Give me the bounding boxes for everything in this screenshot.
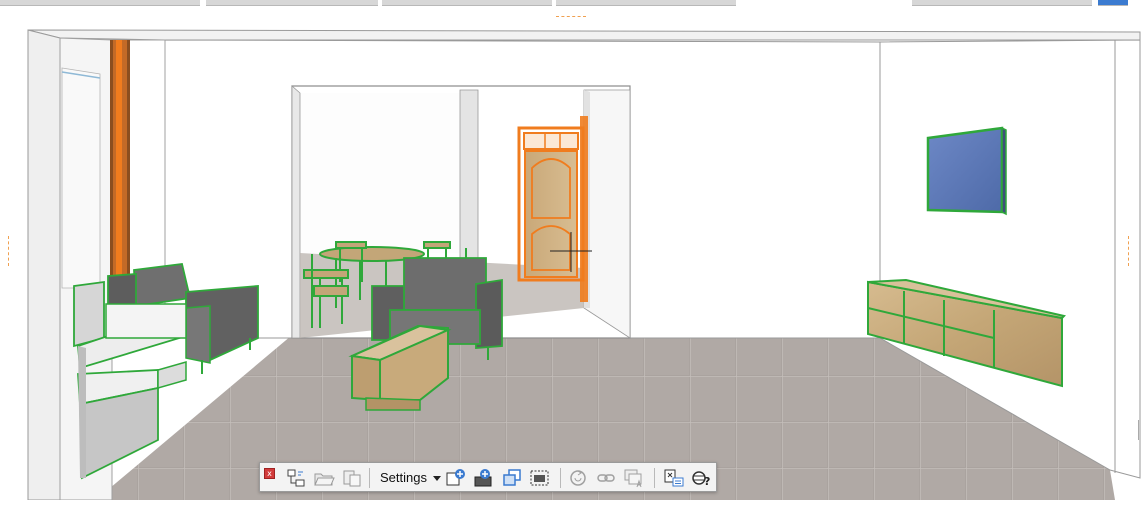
drag-marker-left[interactable] [8, 236, 14, 266]
tab-2[interactable] [206, 0, 378, 6]
layers-icon[interactable] [500, 467, 524, 489]
scroll-handle[interactable] [1138, 420, 1145, 440]
tab-active-indicator[interactable] [1098, 0, 1128, 6]
help-icon[interactable]: ? [690, 467, 714, 489]
chevron-down-icon [433, 476, 441, 481]
svg-text:?: ? [704, 475, 710, 488]
zoom-in-icon[interactable] [444, 467, 468, 489]
column[interactable] [459, 89, 479, 259]
left-wall-edge [27, 29, 61, 501]
drag-marker-right[interactable] [1128, 236, 1134, 266]
tab-3[interactable] [382, 0, 552, 6]
3d-viewport[interactable] [0, 8, 1145, 501]
settings-label: Settings [380, 470, 427, 485]
3d-scene[interactable] [0, 8, 1145, 501]
hierarchy-icon[interactable] [284, 467, 308, 489]
top-tab-strip [0, 0, 1145, 6]
refresh-icon[interactable] [566, 467, 590, 489]
text-image-icon[interactable] [622, 467, 646, 489]
open-folder-icon[interactable] [312, 467, 336, 489]
door[interactable] [517, 116, 588, 302]
paste-icon[interactable] [340, 467, 364, 489]
add-layer-icon[interactable] [472, 467, 496, 489]
selection-frame-icon[interactable] [528, 467, 552, 489]
link-icon[interactable] [594, 467, 618, 489]
view-toolbar: x Settings ? [259, 462, 717, 492]
list-icon[interactable] [662, 467, 686, 489]
tab-1[interactable] [0, 0, 200, 6]
window-frame[interactable] [110, 40, 130, 290]
close-toolbar-button[interactable]: x [264, 468, 275, 479]
tab-5[interactable] [912, 0, 1092, 6]
settings-dropdown[interactable]: Settings [376, 468, 441, 488]
tab-4[interactable] [556, 0, 736, 6]
ceiling-edge [27, 29, 1141, 41]
tv[interactable] [926, 126, 1007, 216]
